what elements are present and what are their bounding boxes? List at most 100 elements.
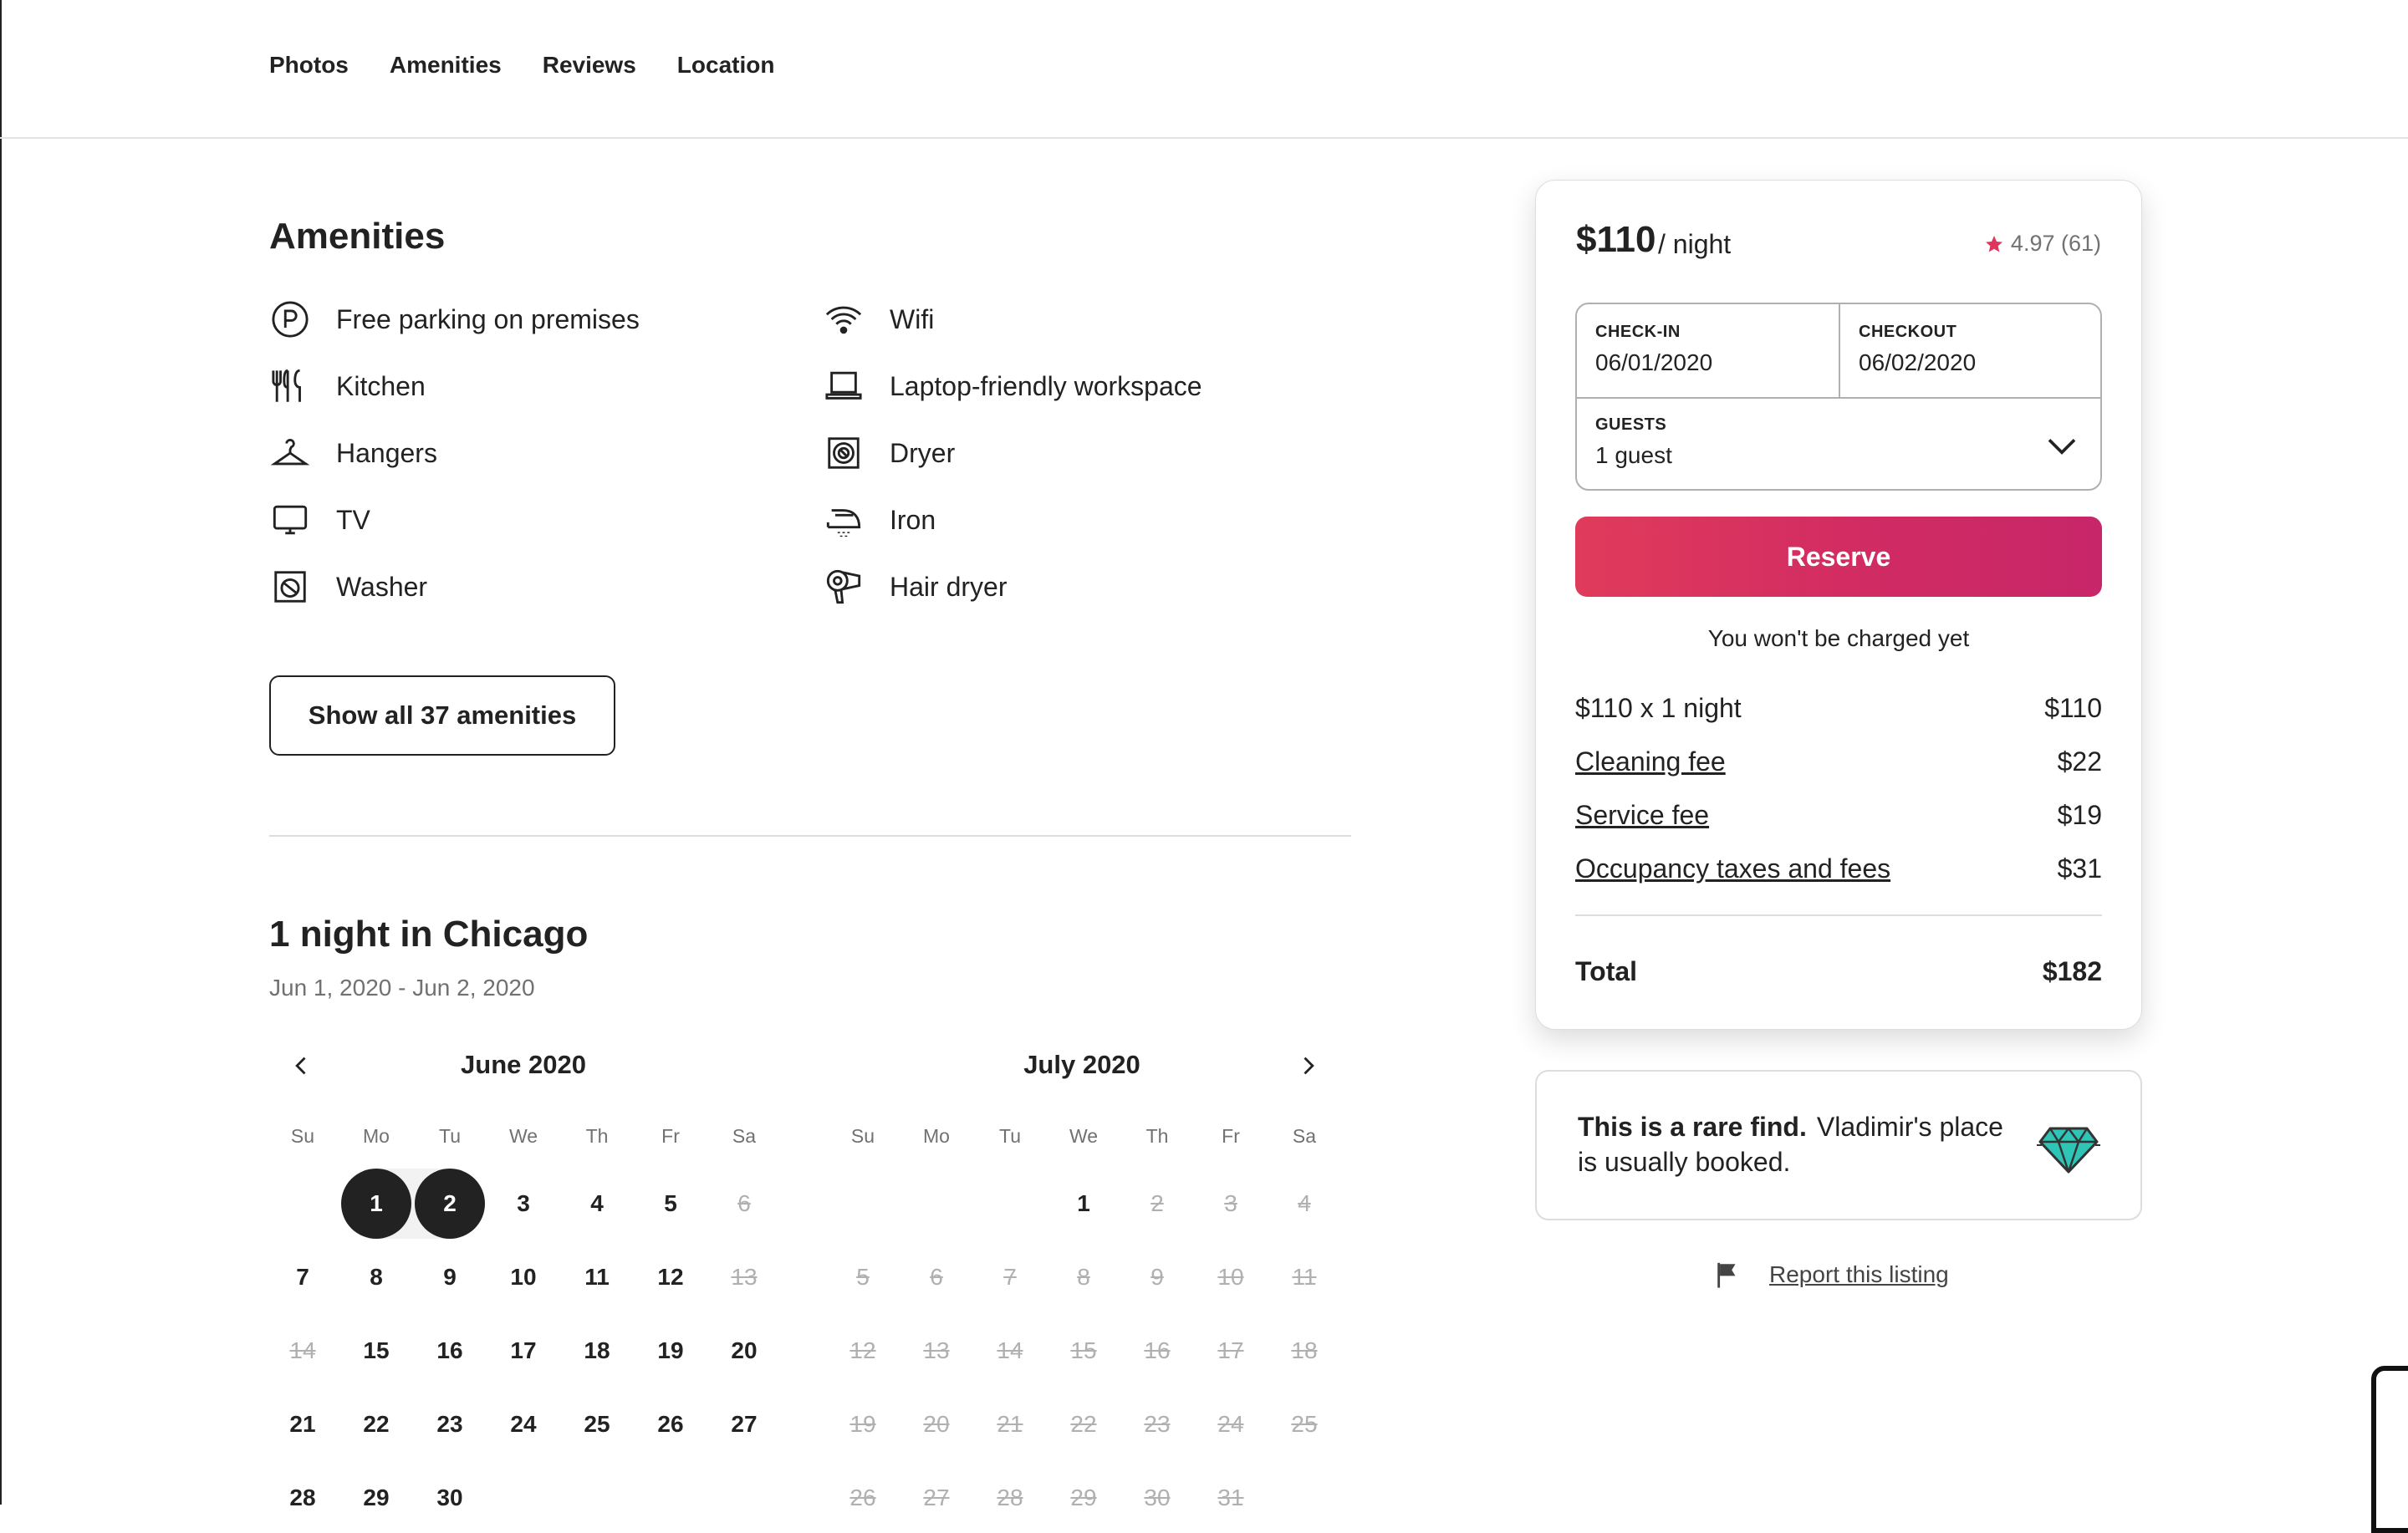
calendar-day[interactable]: 26 bbox=[635, 1389, 706, 1459]
date-guest-picker: CHECK-IN 06/01/2020 CHECKOUT 06/02/2020 … bbox=[1575, 303, 2102, 491]
calendar-day[interactable]: 23 bbox=[415, 1389, 485, 1459]
cleaning-fee-link[interactable]: Cleaning fee bbox=[1575, 746, 1726, 777]
nav-photos[interactable]: Photos bbox=[269, 52, 349, 79]
occupancy-taxes-link[interactable]: Occupancy taxes and fees bbox=[1575, 853, 1890, 884]
amenities-heading: Amenities bbox=[269, 216, 446, 257]
calendar-day[interactable]: 18 bbox=[562, 1316, 632, 1386]
nightly-price: $110 bbox=[1576, 219, 1656, 260]
report-listing[interactable]: Report this listing bbox=[1714, 1261, 1949, 1289]
calendar-day[interactable]: 2 bbox=[415, 1169, 485, 1239]
calendar-day[interactable]: 7 bbox=[268, 1242, 338, 1312]
calendar-day[interactable]: 16 bbox=[415, 1316, 485, 1386]
report-listing-link[interactable]: Report this listing bbox=[1769, 1261, 1949, 1288]
calendar-day[interactable]: 29 bbox=[341, 1463, 411, 1533]
tv-icon bbox=[269, 499, 311, 541]
calendar-day[interactable]: 17 bbox=[488, 1316, 559, 1386]
checkin-label: CHECK-IN bbox=[1595, 323, 1681, 341]
fee-row: Cleaning fee $22 bbox=[1575, 746, 2102, 777]
dryer-icon bbox=[823, 432, 865, 474]
calendar-day[interactable]: 1 bbox=[341, 1169, 411, 1239]
calendar-day[interactable]: 4 bbox=[562, 1169, 632, 1239]
calendar-day: 14 bbox=[997, 1337, 1023, 1363]
weekday-label: Fr bbox=[661, 1125, 680, 1147]
weekday-label: We bbox=[1069, 1125, 1099, 1147]
calendar-day[interactable]: 21 bbox=[268, 1389, 338, 1459]
rating-value: 4.97 (61) bbox=[2010, 231, 2101, 256]
calendar-day[interactable]: 20 bbox=[709, 1316, 779, 1386]
calendar-day: 26 bbox=[849, 1485, 876, 1510]
diamond-icon bbox=[2037, 1127, 2100, 1174]
total-row: Total $182 bbox=[1575, 956, 2102, 987]
checkout-value: 06/02/2020 bbox=[1859, 349, 1977, 375]
calendar-day[interactable]: 10 bbox=[488, 1242, 559, 1312]
calendar-day: 10 bbox=[1217, 1264, 1244, 1290]
calendar-day[interactable]: 9 bbox=[415, 1242, 485, 1312]
calendar-day[interactable]: 11 bbox=[562, 1242, 632, 1312]
calendar-day[interactable]: 28 bbox=[268, 1463, 338, 1533]
amenity-label: Hangers bbox=[336, 437, 437, 468]
fee-label: $110 x 1 night bbox=[1575, 693, 1742, 723]
amenity-item: Hair dryer bbox=[823, 566, 1007, 608]
calendar-day: 13 bbox=[923, 1337, 950, 1363]
calendar-day[interactable]: 30 bbox=[415, 1463, 485, 1533]
kitchen-icon bbox=[269, 365, 311, 407]
star-icon bbox=[1985, 235, 2002, 252]
hanger-icon bbox=[269, 432, 311, 474]
nav-location[interactable]: Location bbox=[677, 52, 775, 79]
washer-icon bbox=[269, 566, 311, 608]
calendar-day[interactable]: 3 bbox=[488, 1169, 559, 1239]
calendar-day[interactable]: 8 bbox=[341, 1242, 411, 1312]
calendar-day: 6 bbox=[930, 1264, 943, 1290]
chevron-left-icon bbox=[295, 1057, 306, 1075]
calendar-day: 4 bbox=[1298, 1190, 1311, 1216]
checkin-field[interactable]: CHECK-IN 06/01/2020 bbox=[1577, 304, 1839, 397]
calendar-day[interactable]: 25 bbox=[562, 1389, 632, 1459]
rating[interactable]: 4.97 (61) bbox=[1984, 231, 2101, 257]
next-month-button[interactable] bbox=[1289, 1047, 1326, 1084]
calendar-day[interactable]: 22 bbox=[341, 1389, 411, 1459]
calendar-day[interactable]: 12 bbox=[635, 1242, 706, 1312]
calendar-day[interactable]: 15 bbox=[341, 1316, 411, 1386]
service-fee-link[interactable]: Service fee bbox=[1575, 800, 1709, 831]
calendar-day: 20 bbox=[923, 1411, 950, 1437]
amenity-item: Dryer bbox=[823, 432, 955, 474]
month-name-july: July 2020 bbox=[1023, 1050, 1140, 1079]
weekday-label: Sa bbox=[1292, 1125, 1317, 1147]
per-night-label: / night bbox=[1658, 229, 1732, 259]
calendar-day: 18 bbox=[1291, 1337, 1318, 1363]
reserve-button[interactable]: Reserve bbox=[1575, 517, 2102, 597]
calendar-title: 1 night in Chicago bbox=[269, 914, 589, 955]
weekday-label: Su bbox=[850, 1125, 875, 1147]
calendar-day[interactable]: 27 bbox=[709, 1389, 779, 1459]
guests-dropdown[interactable]: GUESTS 1 guest bbox=[1577, 399, 2100, 491]
nav-reviews[interactable]: Reviews bbox=[543, 52, 636, 79]
calendar-day: 13 bbox=[731, 1264, 758, 1290]
fee-amount: $110 bbox=[2044, 693, 2102, 723]
calendar-day: 23 bbox=[1144, 1411, 1171, 1437]
amenity-item: Laptop-friendly workspace bbox=[823, 365, 1202, 407]
guests-value: 1 guest bbox=[1595, 442, 1672, 468]
floating-widget-edge bbox=[2371, 1366, 2408, 1533]
window-edge bbox=[0, 0, 2, 1505]
calendar-day[interactable]: 19 bbox=[635, 1316, 706, 1386]
calendar-day: 5 bbox=[856, 1264, 870, 1290]
calendar-day: 22 bbox=[1070, 1411, 1097, 1437]
month-name-june: June 2020 bbox=[461, 1050, 586, 1079]
amenity-label: Laptop-friendly workspace bbox=[890, 370, 1202, 401]
checkout-field[interactable]: CHECKOUT 06/02/2020 bbox=[1840, 304, 2102, 397]
total-label: Total bbox=[1575, 956, 1638, 986]
show-all-amenities-button[interactable]: Show all 37 amenities bbox=[269, 675, 615, 756]
calendar-day: 2 bbox=[1150, 1190, 1164, 1216]
calendar-day[interactable]: 5 bbox=[635, 1169, 706, 1239]
weekday-label: Mo bbox=[923, 1125, 950, 1147]
amenity-label: Hair dryer bbox=[890, 571, 1008, 602]
calendar-day: 16 bbox=[1144, 1337, 1171, 1363]
weekday-label: Fr bbox=[1222, 1125, 1240, 1147]
nav-amenities[interactable]: Amenities bbox=[390, 52, 502, 79]
prev-month-button[interactable] bbox=[283, 1047, 320, 1084]
chevron-right-icon bbox=[1303, 1057, 1314, 1075]
calendar-day[interactable]: 24 bbox=[488, 1389, 559, 1459]
calendar-day[interactable]: 1 bbox=[1048, 1169, 1119, 1239]
calendar-day: 19 bbox=[849, 1411, 876, 1437]
calendar-day: 30 bbox=[1144, 1485, 1171, 1510]
